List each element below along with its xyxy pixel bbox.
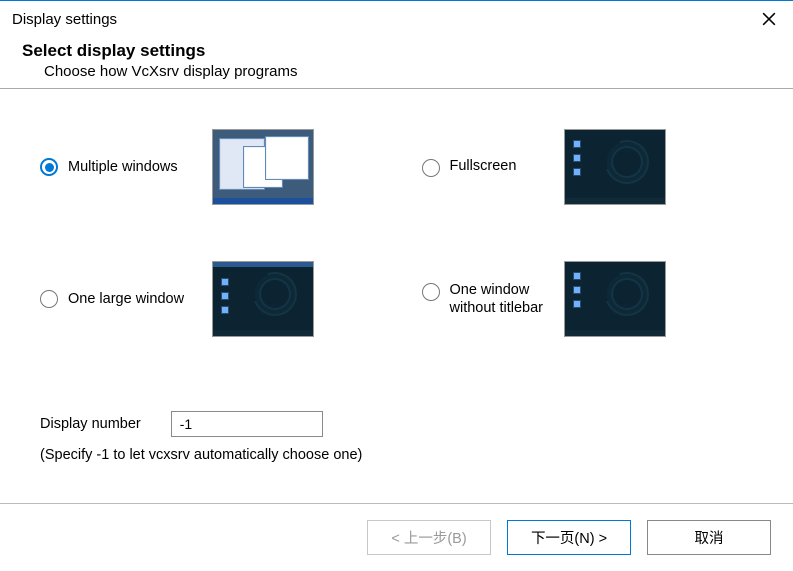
display-mode-options: Multiple windows Fullscreen [40,129,763,337]
close-icon [762,12,776,26]
display-number-label: Display number [40,416,141,432]
option-one-large-window: One large window [40,261,382,337]
radio-label: Multiple windows [68,158,178,176]
thumbnail-one-large-window [212,261,314,337]
page-subtitle: Choose how VcXsrv display programs [44,63,793,80]
thumbnail-fullscreen [564,129,666,205]
window-title: Display settings [12,11,117,28]
option-multiple-windows: Multiple windows [40,129,382,205]
radio-indicator-icon [422,283,440,301]
display-number-hint: (Specify -1 to let vcxsrv automatically … [40,447,763,463]
page-title: Select display settings [22,41,793,61]
thumbnail-multiple-windows [212,129,314,205]
radio-label: One large window [68,290,184,308]
radio-one-large-window[interactable]: One large window [40,290,200,308]
thumbnail-one-window-no-titlebar [564,261,666,337]
radio-one-window-no-titlebar[interactable]: One window without titlebar [422,281,552,317]
radio-label: One window without titlebar [450,281,552,317]
option-fullscreen: Fullscreen [422,129,764,205]
radio-multiple-windows[interactable]: Multiple windows [40,158,200,176]
radio-fullscreen[interactable]: Fullscreen [422,157,552,177]
back-button[interactable]: < 上一步(B) [367,520,491,555]
wizard-footer: < 上一步(B) 下一页(N) > 取消 [0,503,793,571]
wizard-header: Select display settings Choose how VcXsr… [0,37,793,89]
next-button[interactable]: 下一页(N) > [507,520,631,555]
display-number-input[interactable] [171,411,323,437]
radio-indicator-icon [40,290,58,308]
radio-indicator-icon [422,159,440,177]
option-one-window-no-titlebar: One window without titlebar [422,261,764,337]
cancel-button[interactable]: 取消 [647,520,771,555]
close-button[interactable] [759,9,779,29]
content-area: Multiple windows Fullscreen [0,89,793,481]
display-number-row: Display number [40,411,763,437]
titlebar: Display settings [0,1,793,37]
radio-label: Fullscreen [450,157,517,175]
radio-indicator-icon [40,158,58,176]
